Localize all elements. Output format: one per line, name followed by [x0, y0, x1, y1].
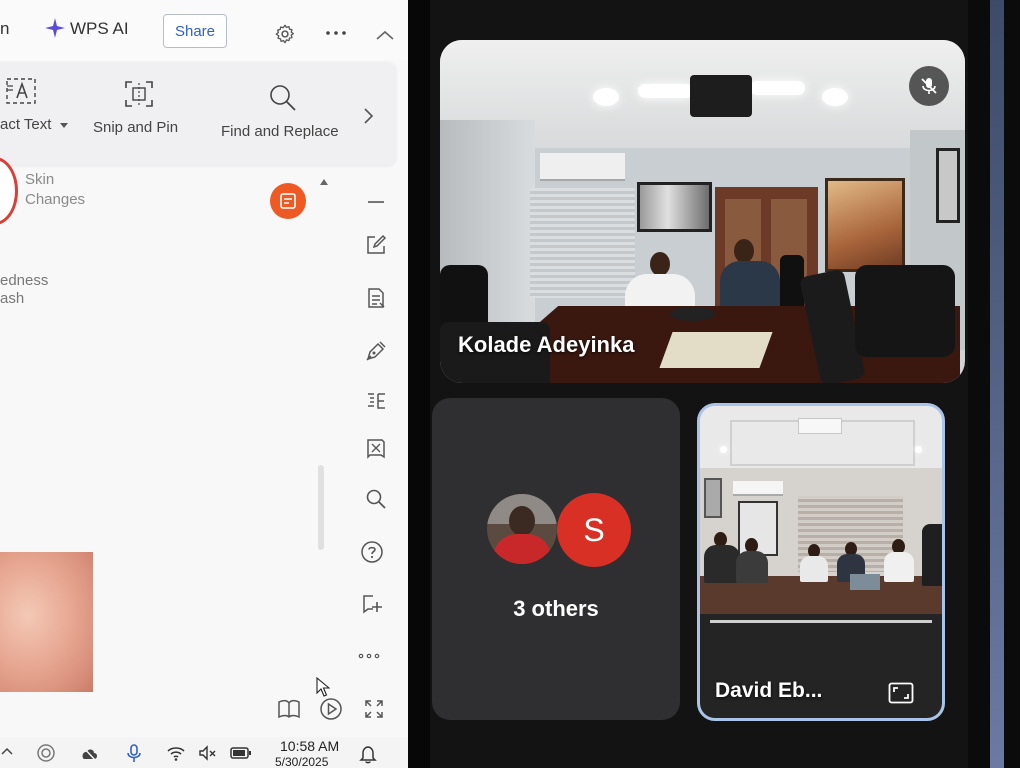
avatar-shirt: [493, 534, 551, 564]
table-papers: [659, 332, 773, 368]
search-icon[interactable]: [364, 487, 388, 511]
monitor-edge-reflection: [990, 0, 1004, 768]
more-icon[interactable]: [325, 29, 347, 37]
scrollbar-thumb[interactable]: [318, 465, 324, 550]
mouse-cursor-icon: [316, 677, 330, 697]
ceiling-light: [638, 84, 693, 98]
wall-picture: [637, 182, 712, 232]
table-edge: [710, 620, 932, 623]
share-button[interactable]: Share: [163, 14, 227, 48]
window-blinds: [530, 188, 635, 298]
card-thumbnail: [0, 155, 20, 225]
main-participant-tile[interactable]: Kolade Adeyinka: [440, 40, 965, 383]
ribbon-toolbar: act Text Snip and Pin Find and Replace: [0, 62, 396, 165]
app-icon[interactable]: [36, 743, 56, 763]
more-icon[interactable]: [358, 652, 380, 660]
edit-icon[interactable]: [364, 233, 388, 257]
air-conditioner: [733, 481, 783, 496]
book-plus-icon[interactable]: [360, 592, 384, 616]
participant-body: [736, 551, 768, 583]
others-participants-tile[interactable]: S 3 others: [432, 398, 680, 720]
participant-body: [922, 524, 942, 586]
mic-off-icon: [921, 78, 937, 94]
gear-icon[interactable]: [274, 23, 296, 45]
participant-head: [650, 252, 670, 276]
spotlight: [915, 446, 922, 453]
collapse-icon[interactable]: [364, 190, 388, 214]
document-icon[interactable]: [364, 286, 388, 310]
conference-speaker: [670, 307, 715, 321]
snip-icon[interactable]: [123, 79, 155, 109]
book-icon[interactable]: [364, 436, 388, 460]
laptop: [850, 574, 880, 590]
extract-text-button[interactable]: act Text: [0, 116, 51, 133]
outline-icon[interactable]: [364, 389, 388, 413]
bell-icon[interactable]: [358, 744, 378, 764]
tab-partial-label[interactable]: n: [0, 19, 9, 39]
tray-up-icon[interactable]: [0, 746, 14, 756]
ceiling-light: [750, 81, 805, 95]
ceiling-light: [822, 88, 848, 106]
pen-icon[interactable]: [364, 339, 388, 363]
wps-header: n WPS AI Share: [0, 0, 408, 60]
partial-text-line2: ash: [0, 290, 25, 307]
participant-body: [720, 261, 780, 313]
wall-painting: [825, 178, 905, 272]
system-taskbar: 10:58 AM 5/30/2025: [0, 737, 408, 768]
chevron-right-icon[interactable]: [362, 107, 374, 125]
screen-divider: [408, 0, 430, 768]
chevron-up-icon[interactable]: [375, 29, 395, 41]
participant-body: [884, 552, 914, 582]
document-badge-icon: [280, 193, 296, 209]
participant-body: [800, 556, 828, 582]
avatar-head: [509, 506, 535, 536]
play-icon[interactable]: [319, 697, 343, 721]
assistant-button[interactable]: [270, 183, 306, 219]
red-ring-icon: [0, 157, 18, 225]
projector: [798, 418, 842, 434]
clock-date[interactable]: 5/30/2025: [275, 755, 328, 768]
card-title-line1: Skin: [25, 171, 55, 188]
extract-text-icon[interactable]: [5, 76, 37, 106]
mic-icon[interactable]: [124, 743, 144, 763]
scroll-up-icon[interactable]: [320, 179, 328, 185]
participant-avatar-initial: S: [557, 493, 631, 567]
mic-off-indicator[interactable]: [909, 66, 949, 106]
dropdown-caret-icon[interactable]: [60, 123, 68, 129]
projector: [690, 75, 752, 117]
side-participant-tile[interactable]: David Eb...: [697, 403, 945, 721]
participant-body: [704, 545, 740, 583]
expand-icon[interactable]: [888, 682, 914, 704]
find-and-replace-button[interactable]: Find and Replace: [221, 123, 339, 140]
wall-frame: [936, 148, 960, 223]
participant-name: David Eb...: [715, 679, 823, 702]
search-icon[interactable]: [268, 83, 298, 113]
sparkle-icon[interactable]: [44, 17, 66, 39]
air-conditioner: [540, 153, 625, 181]
participant-avatar-photo: [487, 494, 557, 564]
card-title-line2: Changes: [25, 191, 86, 208]
snip-and-pin-button[interactable]: Snip and Pin: [93, 119, 178, 136]
office-chair: [855, 265, 955, 357]
wps-window: n WPS AI Share act Text Snip and Pin Fin…: [0, 0, 408, 768]
wifi-icon[interactable]: [166, 743, 186, 763]
help-icon[interactable]: [360, 540, 384, 564]
others-count-label: 3 others: [513, 596, 599, 621]
skin-photo: [0, 552, 93, 692]
wps-ai-button[interactable]: WPS AI: [70, 19, 129, 39]
battery-icon[interactable]: [230, 743, 252, 763]
fullscreen-icon[interactable]: [364, 699, 384, 719]
participant-name: Kolade Adeyinka: [458, 332, 635, 357]
volume-mute-icon[interactable]: [197, 743, 217, 763]
spotlight: [720, 446, 727, 453]
partial-text-line1: edness: [0, 272, 49, 289]
wall-frame: [704, 478, 722, 518]
cloud-icon[interactable]: [79, 743, 99, 763]
clock-time[interactable]: 10:58 AM: [280, 738, 339, 754]
read-mode-icon[interactable]: [277, 698, 301, 720]
side-window: [738, 501, 778, 556]
ceiling-light: [593, 88, 619, 106]
participant-head: [734, 239, 754, 263]
